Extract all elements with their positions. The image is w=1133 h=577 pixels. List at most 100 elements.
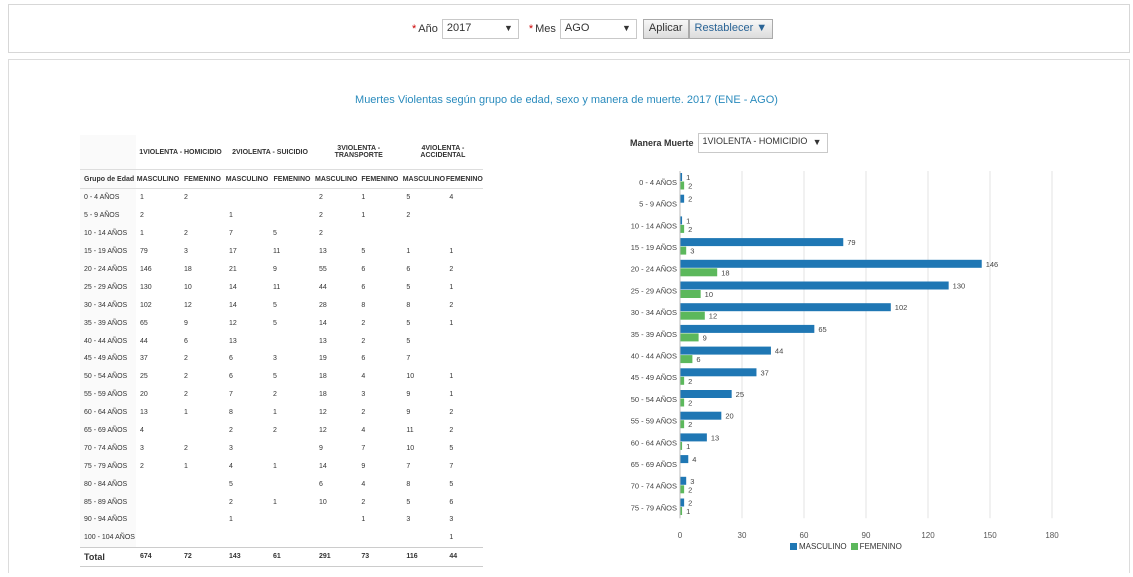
- bar-femenino: [680, 398, 685, 407]
- table-cell: 5: [273, 319, 277, 327]
- table-cell: 8: [361, 301, 366, 309]
- table-cell: 5: [229, 480, 233, 488]
- table-cell: [180, 475, 225, 493]
- bar-femenino: [680, 246, 687, 255]
- age-group-cell: 100 - 104 AÑOS: [80, 528, 136, 548]
- table-cell: 1: [273, 409, 277, 417]
- age-group-cell: 60 - 64 AÑOS: [80, 403, 136, 422]
- x-tick-label: 180: [1045, 531, 1059, 540]
- age-group-cell: 90 - 94 AÑOS: [80, 511, 136, 529]
- manner-filter: Manera Muerte 1VIOLENTA - HOMICIDIO ▼: [630, 133, 828, 153]
- bar-femenino: [680, 181, 685, 190]
- year-value: 2017: [446, 22, 472, 34]
- total-cell: 61: [269, 546, 315, 567]
- data-label: 2: [688, 399, 692, 408]
- table-cell: 1: [449, 373, 454, 381]
- bar-femenino: [680, 333, 699, 342]
- table-cell: 6: [406, 266, 411, 273]
- table-cell: [269, 439, 315, 457]
- bar-masculino: [680, 303, 891, 312]
- legend-label: FEMENINO: [859, 542, 902, 551]
- table-cell: [180, 422, 225, 440]
- y-tick-label: 5 - 9 AÑOS: [639, 200, 677, 209]
- table-cell: [445, 350, 483, 368]
- table-cell: 9: [406, 409, 411, 417]
- bar-masculino: [680, 476, 687, 485]
- month-value: AGO: [564, 22, 590, 34]
- table-cell: 12: [184, 301, 192, 309]
- manner-select-value: 1VIOLENTA - HOMICIDIO: [702, 136, 808, 146]
- age-group-cell: 5 - 9 AÑOS: [80, 206, 136, 225]
- table-cell: 5: [406, 498, 411, 506]
- table-cell: 130: [140, 283, 152, 291]
- y-tick-label: 60 - 64 AÑOS: [631, 438, 677, 447]
- table-cell: 7: [361, 444, 366, 452]
- table-cell: [180, 207, 225, 225]
- x-tick-label: 30: [738, 531, 747, 540]
- y-tick-label: 70 - 74 AÑOS: [631, 482, 677, 491]
- table-cell: 8: [406, 301, 411, 309]
- sex-header: FEMENINO: [445, 169, 484, 189]
- manner-select[interactable]: 1VIOLENTA - HOMICIDIO ▼: [697, 133, 828, 153]
- table-cell: 21: [229, 266, 237, 273]
- table-cell: 5: [406, 194, 411, 202]
- table-cell: 2: [449, 301, 454, 309]
- table-cell: 10: [184, 283, 192, 291]
- table-cell: 13: [140, 409, 148, 417]
- age-group-cell: 40 - 44 AÑOS: [80, 332, 136, 351]
- data-table: 1VIOLENTA - HOMICIDIO 2VIOLENTA - SUICID…: [80, 135, 484, 567]
- table-cell: 5: [449, 480, 454, 488]
- bar-masculino: [680, 368, 757, 377]
- table-row: 15 - 19 AÑOS 79 3 17 11 13 5 1 1: [80, 242, 483, 261]
- bar-femenino: [680, 420, 685, 429]
- apply-button[interactable]: Aplicar: [642, 19, 689, 39]
- table-cell: 2: [361, 498, 366, 506]
- age-group-cell: 70 - 74 AÑOS: [80, 439, 136, 458]
- manner-filter-label: Manera Muerte: [630, 138, 694, 148]
- table-cell: 10: [319, 498, 327, 506]
- corner-cell: [80, 135, 136, 170]
- table-cell: 2: [184, 373, 188, 381]
- bar-masculino: [680, 433, 707, 442]
- sex-header: FEMENINO: [269, 169, 315, 189]
- data-label: 2: [688, 182, 692, 191]
- table-cell: 2: [229, 427, 233, 435]
- table-cell: 6: [361, 266, 366, 273]
- table-cell: 5: [406, 283, 411, 291]
- sex-header: MASCULINO: [136, 169, 180, 189]
- bar-masculino: [680, 346, 771, 355]
- table-cell: 11: [273, 248, 281, 256]
- table-row: 45 - 49 AÑOS 37 2 6 3 19 6 7: [80, 350, 483, 368]
- data-label: 37: [760, 368, 768, 377]
- y-tick-label: 0 - 4 AÑOS: [639, 178, 677, 187]
- manner-header: 4VIOLENTA - ACCIDENTAL: [402, 135, 484, 170]
- table-cell: 3: [449, 516, 454, 524]
- table-cell: 19: [319, 355, 327, 363]
- year-select[interactable]: 2017 ▼: [441, 19, 519, 39]
- age-group-cell: 65 - 69 AÑOS: [80, 421, 136, 440]
- manner-header: 3VIOLENTA - TRANSPORTE: [315, 135, 403, 170]
- table-cell: [402, 225, 445, 243]
- reset-button[interactable]: Restablecer ▼: [688, 19, 774, 39]
- y-tick-label: 15 - 19 AÑOS: [631, 243, 677, 252]
- table-cell: 102: [140, 301, 152, 309]
- table-cell: [225, 189, 269, 207]
- data-label: 1: [686, 507, 690, 516]
- data-label: 10: [705, 290, 713, 299]
- data-label: 44: [775, 347, 783, 356]
- age-group-cell: 0 - 4 AÑOS: [80, 188, 136, 207]
- table-cell: 6: [319, 480, 323, 488]
- table-cell: 1: [273, 498, 277, 506]
- required-marker: *: [412, 23, 417, 35]
- data-label: 2: [688, 377, 692, 386]
- data-label: 2: [688, 420, 692, 429]
- table-cell: 10: [406, 444, 415, 452]
- month-select[interactable]: AGO ▼: [559, 19, 637, 39]
- table-cell: 14: [229, 283, 237, 291]
- table-cell: 8: [229, 409, 233, 417]
- table-row: 55 - 59 AÑOS 20 2 7 2 18 3 9 1: [80, 385, 483, 404]
- chart-legend: MASCULINO FEMENINO: [790, 542, 902, 551]
- total-label: Total: [80, 546, 136, 567]
- table-cell: 3: [184, 248, 188, 256]
- age-group-cell: 10 - 14 AÑOS: [80, 224, 136, 243]
